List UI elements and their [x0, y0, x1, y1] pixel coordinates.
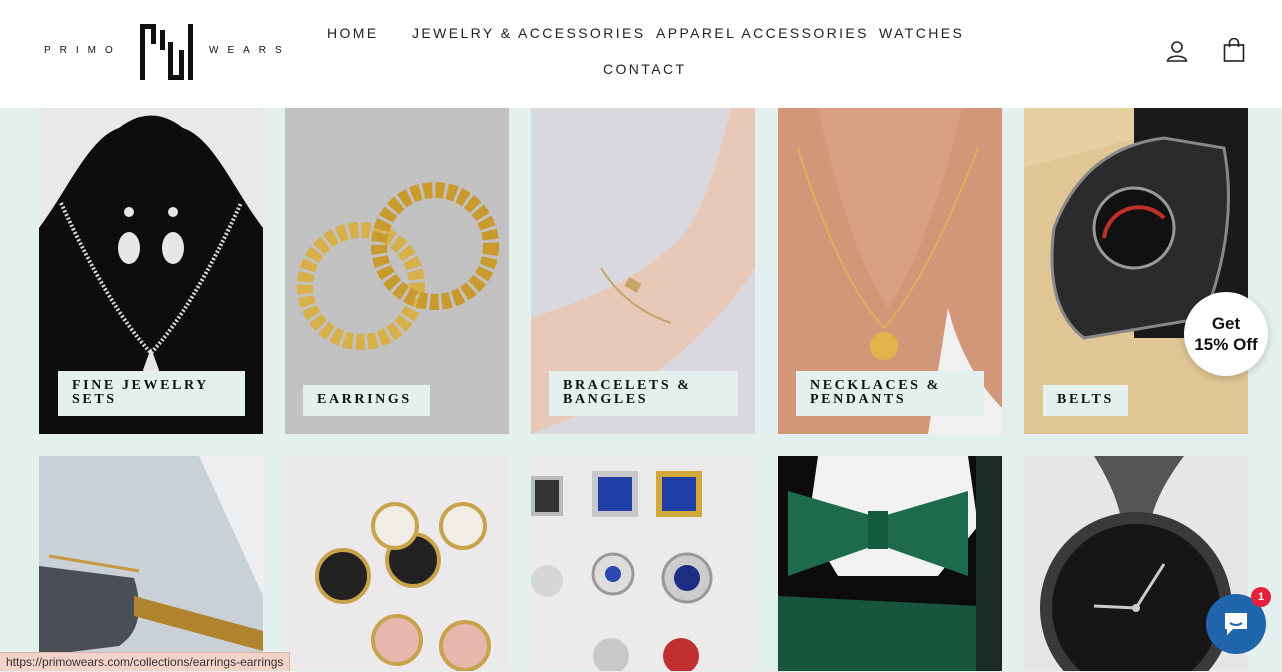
nav-item-apparel-accessories[interactable]: APPAREL ACCESSORIES	[656, 25, 869, 41]
nav-item-watches[interactable]: WATCHES	[879, 25, 964, 41]
tile-label-line1: NECKLACES &	[810, 378, 941, 393]
nav-item-contact[interactable]: CONTACT	[603, 61, 686, 77]
tile-label-line1: EARRINGS	[317, 392, 412, 407]
tile-label: EARRINGS	[303, 385, 430, 416]
brand-logo[interactable]: PRIMO WEARS	[44, 22, 294, 84]
tile-label-line2: BANGLES	[563, 392, 649, 407]
pw-monogram-logo-icon	[140, 24, 193, 80]
brand-left-word: PRIMO	[44, 45, 122, 56]
account-icon[interactable]	[1166, 40, 1188, 67]
round-sunglasses-image	[285, 456, 509, 671]
main-nav: HOME JEWELRY & ACCESSORIES APPAREL ACCES…	[300, 0, 986, 108]
tile-label-line1: BRACELETS &	[563, 378, 692, 393]
site-header: PRIMO WEARS HOME JEWELRY & ACCESSORIES A…	[0, 0, 1282, 108]
tile-label: NECKLACES & PENDANTS	[796, 371, 984, 416]
collection-tile-rimless-sunglasses[interactable]	[39, 456, 263, 671]
chat-badge: 1	[1251, 587, 1271, 607]
tile-label: BELTS	[1043, 385, 1128, 416]
cart-icon[interactable]	[1223, 37, 1245, 67]
tile-label-line1: BELTS	[1057, 392, 1114, 407]
promo-line1: Get	[1211, 314, 1241, 333]
tile-label: FINE JEWELRY SETS	[58, 371, 245, 416]
bow-ties-image	[778, 456, 1002, 671]
collection-tile-earrings[interactable]: EARRINGS	[285, 108, 509, 434]
tile-label-line1: FINE JEWELRY	[72, 378, 209, 393]
collection-tile-bow-ties[interactable]	[778, 456, 1002, 671]
promo-line2: 15% Off	[1194, 335, 1258, 354]
link-status-bar: https://primowears.com/collections/earri…	[0, 652, 291, 671]
discount-promo-button[interactable]: Get 15% Off	[1184, 292, 1268, 376]
chat-icon	[1225, 613, 1247, 635]
nav-item-jewelry-accessories[interactable]: JEWELRY & ACCESSORIES	[412, 25, 646, 41]
collection-tile-necklaces-pendants[interactable]: NECKLACES & PENDANTS	[778, 108, 1002, 434]
collection-tile-cufflinks[interactable]	[531, 456, 755, 671]
tile-label-line2: PENDANTS	[810, 392, 907, 407]
rimless-sunglasses-image	[39, 456, 263, 671]
collection-tile-fine-jewelry-sets[interactable]: FINE JEWELRY SETS	[39, 108, 263, 434]
collection-tile-bracelets-bangles[interactable]: BRACELETS & BANGLES	[531, 108, 755, 434]
brand-right-word: WEARS	[209, 45, 291, 56]
collection-tile-belts[interactable]: BELTS	[1024, 108, 1248, 434]
nav-item-home[interactable]: HOME	[327, 25, 379, 41]
tile-label-line2: SETS	[72, 392, 117, 407]
tile-label: BRACELETS & BANGLES	[549, 371, 738, 416]
cufflinks-image	[531, 456, 755, 671]
collection-tile-round-sunglasses[interactable]	[285, 456, 509, 671]
